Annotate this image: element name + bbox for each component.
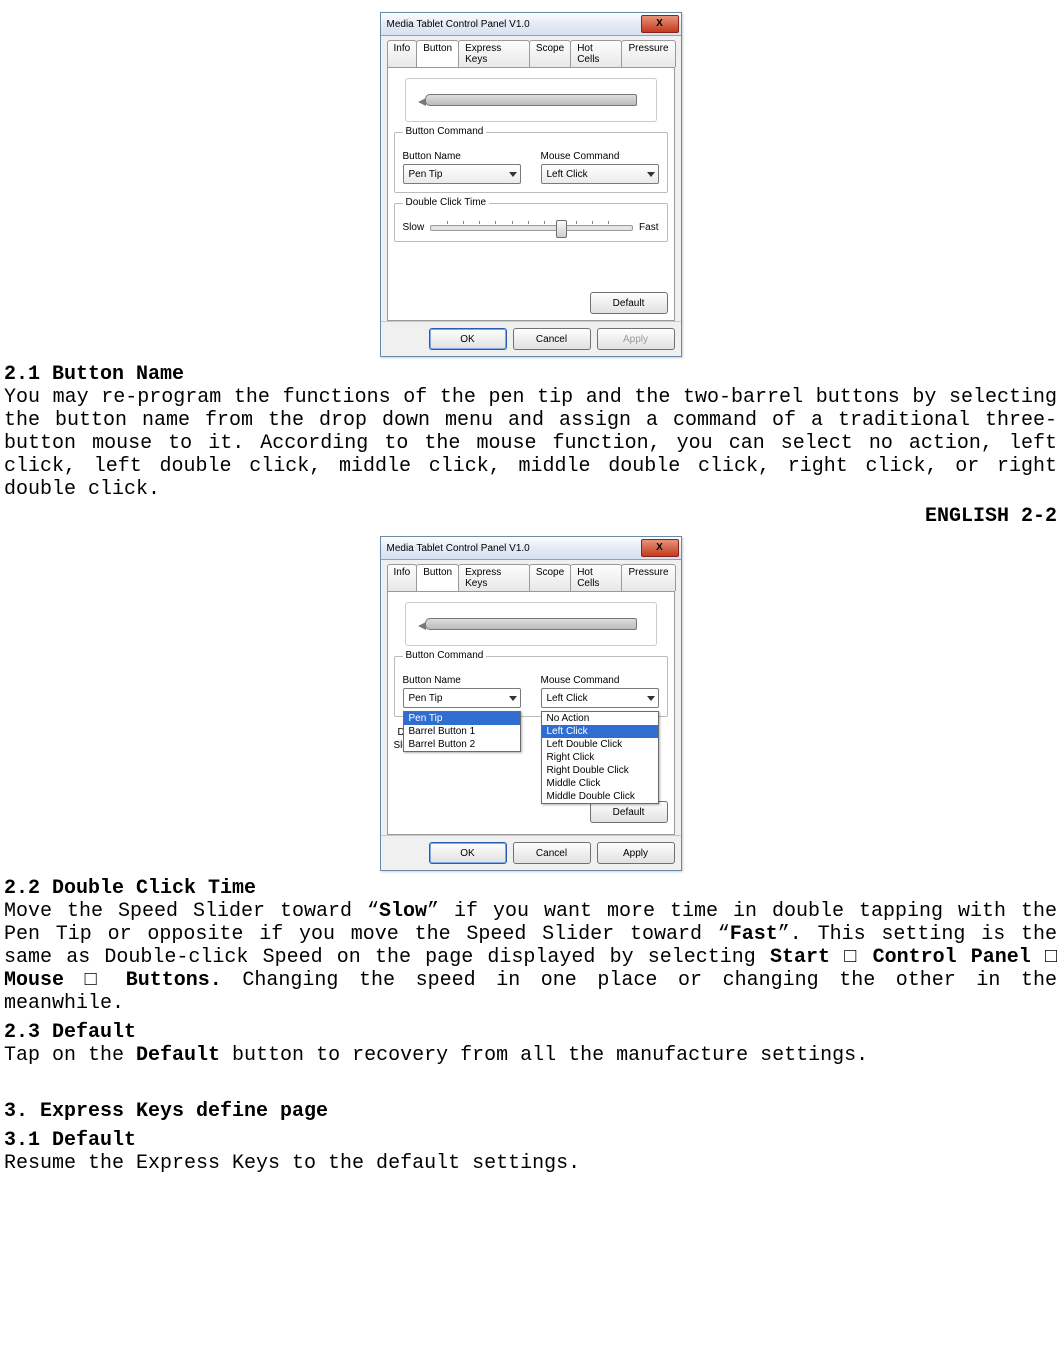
chevron-down-icon [509, 172, 517, 177]
mouse-command-label: Mouse Command [541, 151, 659, 162]
close-button[interactable]: X [641, 539, 679, 557]
heading-2-1: 2.1 Button Name [4, 363, 1057, 386]
close-button[interactable]: X [641, 15, 679, 33]
fast-label: Fast [639, 222, 658, 233]
page-label: ENGLISH 2-2 [4, 505, 1057, 528]
group-title-button-command: Button Command [403, 126, 487, 137]
group-title-double-click: Double Click Time [403, 197, 490, 208]
dropdown-option[interactable]: Middle Click [542, 777, 658, 790]
dropdown-option[interactable]: Pen Tip [404, 712, 520, 725]
dialog-title-text: Media Tablet Control Panel V1.0 [387, 19, 530, 30]
chevron-down-icon [509, 696, 517, 701]
close-icon: X [656, 19, 663, 29]
tab-hot-cells[interactable]: Hot Cells [570, 40, 622, 67]
dropdown-option[interactable]: Barrel Button 2 [404, 738, 520, 751]
button-name-value: Pen Tip [409, 693, 443, 704]
heading-2-3: 2.3 Default [4, 1021, 1057, 1044]
close-icon: X [656, 543, 663, 553]
dropdown-option[interactable]: Left Click [542, 725, 658, 738]
dialog-titlebar[interactable]: Media Tablet Control Panel V1.0 X [381, 537, 681, 560]
mouse-command-combobox[interactable]: Left Click [541, 688, 659, 708]
dialog-title-text: Media Tablet Control Panel V1.0 [387, 543, 530, 554]
dropdown-option[interactable]: Right Click [542, 751, 658, 764]
apply-button[interactable]: Apply [597, 842, 675, 864]
pen-illustration [405, 602, 657, 646]
chevron-down-icon [647, 172, 655, 177]
dialog-titlebar[interactable]: Media Tablet Control Panel V1.0 X [381, 13, 681, 36]
control-panel-dialog-open: Media Tablet Control Panel V1.0 X Info B… [380, 536, 682, 871]
slider-thumb[interactable] [556, 220, 567, 238]
tab-pressure[interactable]: Pressure [621, 564, 675, 591]
button-command-group: Button Command Button Name Pen Tip Pen T… [394, 656, 668, 717]
tab-hot-cells[interactable]: Hot Cells [570, 564, 622, 591]
button-command-group: Button Command Button Name Pen Tip Mouse… [394, 132, 668, 193]
mouse-command-combobox[interactable]: Left Click [541, 164, 659, 184]
mouse-command-dropdown[interactable]: No Action Left Click Left Double Click R… [541, 711, 659, 804]
para-2-1: You may re-program the functions of the … [4, 386, 1057, 501]
tab-panel-button: Button Command Button Name Pen Tip Pen T… [387, 591, 675, 835]
dropdown-option[interactable]: No Action [542, 712, 658, 725]
ok-button[interactable]: OK [429, 842, 507, 864]
para-3-1: Resume the Express Keys to the default s… [4, 1152, 1057, 1175]
dropdown-option[interactable]: Barrel Button 1 [404, 725, 520, 738]
default-button[interactable]: Default [590, 292, 668, 314]
group-title-button-command: Button Command [403, 650, 487, 661]
button-name-combobox[interactable]: Pen Tip [403, 688, 521, 708]
button-name-label: Button Name [403, 151, 521, 162]
heading-3: 3. Express Keys define page [4, 1100, 1057, 1123]
button-name-value: Pen Tip [409, 169, 443, 180]
heading-2-2: 2.2 Double Click Time [4, 877, 1057, 900]
tab-pressure[interactable]: Pressure [621, 40, 675, 67]
tab-info[interactable]: Info [387, 40, 418, 67]
tab-info[interactable]: Info [387, 564, 418, 591]
chevron-down-icon [647, 696, 655, 701]
tab-scope[interactable]: Scope [529, 40, 571, 67]
control-panel-dialog: Media Tablet Control Panel V1.0 X Info B… [380, 12, 682, 357]
tab-scope[interactable]: Scope [529, 564, 571, 591]
tab-button[interactable]: Button [416, 40, 459, 67]
tab-express-keys[interactable]: Express Keys [458, 564, 530, 591]
dropdown-option[interactable]: Right Double Click [542, 764, 658, 777]
dropdown-option[interactable]: Middle Double Click [542, 790, 658, 803]
tab-button[interactable]: Button [416, 564, 459, 591]
double-click-group: Double Click Time Slow Fast [394, 203, 668, 242]
button-name-dropdown[interactable]: Pen Tip Barrel Button 1 Barrel Button 2 [403, 711, 521, 752]
cancel-button[interactable]: Cancel [513, 842, 591, 864]
para-2-2: Move the Speed Slider toward “Slow” if y… [4, 900, 1057, 1015]
mouse-command-value: Left Click [547, 169, 588, 180]
mouse-command-value: Left Click [547, 693, 588, 704]
cancel-button[interactable]: Cancel [513, 328, 591, 350]
apply-button[interactable]: Apply [597, 328, 675, 350]
ok-button[interactable]: OK [429, 328, 507, 350]
button-name-combobox[interactable]: Pen Tip [403, 164, 521, 184]
pen-illustration [405, 78, 657, 122]
default-button[interactable]: Default [590, 801, 668, 823]
heading-3-1: 3.1 Default [4, 1129, 1057, 1152]
dropdown-option[interactable]: Left Double Click [542, 738, 658, 751]
button-name-label: Button Name [403, 675, 521, 686]
mouse-command-label: Mouse Command [541, 675, 659, 686]
para-2-3: Tap on the Default button to recovery fr… [4, 1044, 1057, 1067]
tab-panel-button: Button Command Button Name Pen Tip Mouse… [387, 67, 675, 321]
slow-label: Slow [403, 222, 425, 233]
tab-express-keys[interactable]: Express Keys [458, 40, 530, 67]
double-click-slider[interactable] [430, 225, 633, 231]
